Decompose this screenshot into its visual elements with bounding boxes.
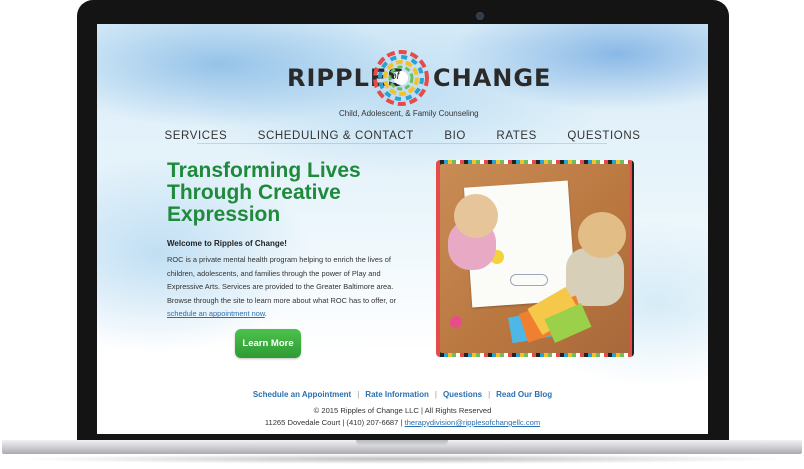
cloud-drawing	[510, 274, 548, 286]
footer-email-link[interactable]: therapydivision@ripplesofchangellc.com	[405, 418, 541, 427]
footer-link-questions[interactable]: Questions	[437, 390, 488, 399]
footer-link-blog[interactable]: Read Our Blog	[490, 390, 558, 399]
logo-word-change: CHANGE	[433, 64, 552, 92]
children-drawing-photo	[440, 164, 630, 353]
site-logo[interactable]: RIPPLES of CHANGE Child, Adolescent, & F…	[287, 36, 550, 118]
intro-end: .	[264, 309, 267, 319]
play-dough	[450, 316, 462, 328]
schedule-appointment-link[interactable]: schedule an appointment now	[167, 309, 265, 318]
footer-link-rates[interactable]: Rate Information	[359, 390, 435, 399]
nav-item-services[interactable]: SERVICES	[164, 130, 227, 142]
intro-text: ROC is a private mental health program h…	[167, 255, 397, 305]
main-nav: SERVICES SCHEDULING & CONTACT BIO RATES …	[97, 126, 708, 144]
logo-word-of: of	[391, 71, 400, 82]
child-left-head	[454, 194, 498, 238]
nav-item-bio[interactable]: BIO	[444, 130, 466, 142]
website-screen: RIPPLES of CHANGE Child, Adolescent, & F…	[97, 24, 708, 434]
hero-headline: Transforming Lives Through Creative Expr…	[167, 159, 361, 226]
nav-item-scheduling-contact[interactable]: SCHEDULING & CONTACT	[258, 130, 414, 142]
learn-more-button[interactable]: Learn More	[235, 329, 301, 358]
footer-links: Schedule an Appointment | Rate Information…	[97, 390, 708, 399]
hero-photo-frame	[436, 160, 634, 357]
laptop-opening-notch	[356, 440, 448, 446]
footer-address: 11265 Dovedale Court | (410) 207-6687 | …	[97, 418, 708, 427]
nav-divider	[197, 143, 607, 144]
intro-paragraph: ROC is a private mental health program h…	[167, 253, 411, 321]
footer-copyright: © 2015 Ripples of Change LLC | All Right…	[313, 406, 492, 415]
child-right-head	[578, 212, 626, 258]
footer-address-text: 11265 Dovedale Court | (410) 207-6687 |	[264, 418, 403, 427]
logo-tagline: Child, Adolescent, & Family Counseling	[339, 109, 479, 118]
webcam-icon	[476, 12, 484, 20]
welcome-heading: Welcome to Ripples of Change!	[167, 239, 287, 248]
nav-item-rates[interactable]: RATES	[496, 130, 537, 142]
nav-item-questions[interactable]: QUESTIONS	[567, 130, 640, 142]
footer-link-schedule[interactable]: Schedule an Appointment	[247, 390, 357, 399]
laptop-shadow	[10, 454, 794, 464]
ripple-logo-icon	[373, 50, 429, 106]
